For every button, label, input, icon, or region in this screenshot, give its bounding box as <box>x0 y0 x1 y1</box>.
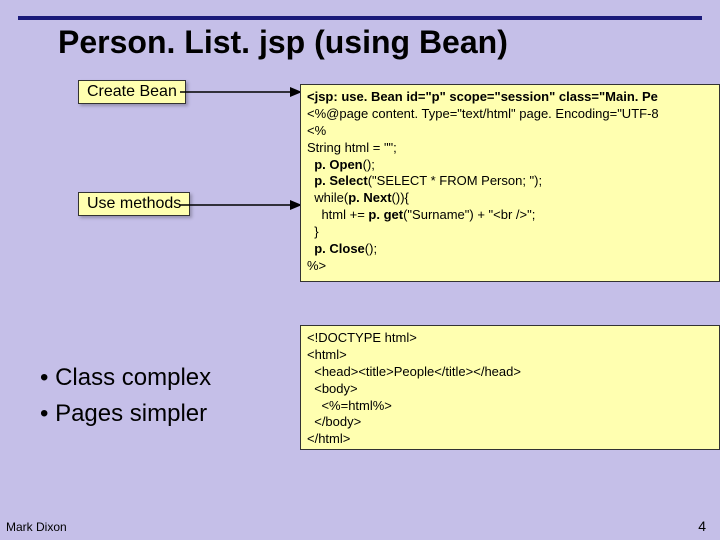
page-title: Person. List. jsp (using Bean) <box>58 24 508 61</box>
code-block-top: <jsp: use. Bean id="p" scope="session" c… <box>300 84 720 282</box>
code-line: String html = ""; <box>307 140 397 155</box>
code-line: } <box>307 224 319 239</box>
code-line: p. Open <box>307 157 363 172</box>
code-line: <% <box>307 123 326 138</box>
bullet-list: • Class complex • Pages simpler <box>40 360 211 432</box>
code-line: ("Surname") + "<br />"; <box>403 207 535 222</box>
label-use-methods: Use methods <box>78 192 190 216</box>
footer-page-number: 4 <box>698 518 706 534</box>
code-line: <!DOCTYPE html> <box>307 330 417 345</box>
code-block-bottom: <!DOCTYPE html> <html> <head><title>Peop… <box>300 325 720 450</box>
footer-author: Mark Dixon <box>6 520 67 534</box>
code-line: <html> <box>307 347 347 362</box>
code-line: p. Select <box>307 173 368 188</box>
code-line: p. get <box>368 207 403 222</box>
arrow-use-methods <box>180 195 310 225</box>
label-create-bean: Create Bean <box>78 80 186 104</box>
code-line: ()){ <box>392 190 409 205</box>
code-line: <jsp: use. Bean id="p" scope="session" c… <box>307 89 658 104</box>
code-line: p. Close <box>307 241 365 256</box>
arrow-create-bean <box>180 82 310 112</box>
code-line: <body> <box>307 381 358 396</box>
code-line: (); <box>363 157 375 172</box>
code-line: html += <box>307 207 368 222</box>
code-line: while( <box>307 190 348 205</box>
bullet-item: • Pages simpler <box>40 396 211 432</box>
code-line: ("SELECT * FROM Person; "); <box>368 173 542 188</box>
code-line: <%=html%> <box>307 398 392 413</box>
code-line: (); <box>365 241 377 256</box>
code-line: p. Next <box>348 190 391 205</box>
code-line: </body> <box>307 414 361 429</box>
code-line: <head><title>People</title></head> <box>307 364 521 379</box>
code-line: <%@page content. Type="text/html" page. … <box>307 106 659 121</box>
code-line: %> <box>307 258 326 273</box>
bullet-item: • Class complex <box>40 360 211 396</box>
title-rule <box>18 16 702 20</box>
code-line: </html> <box>307 431 350 446</box>
